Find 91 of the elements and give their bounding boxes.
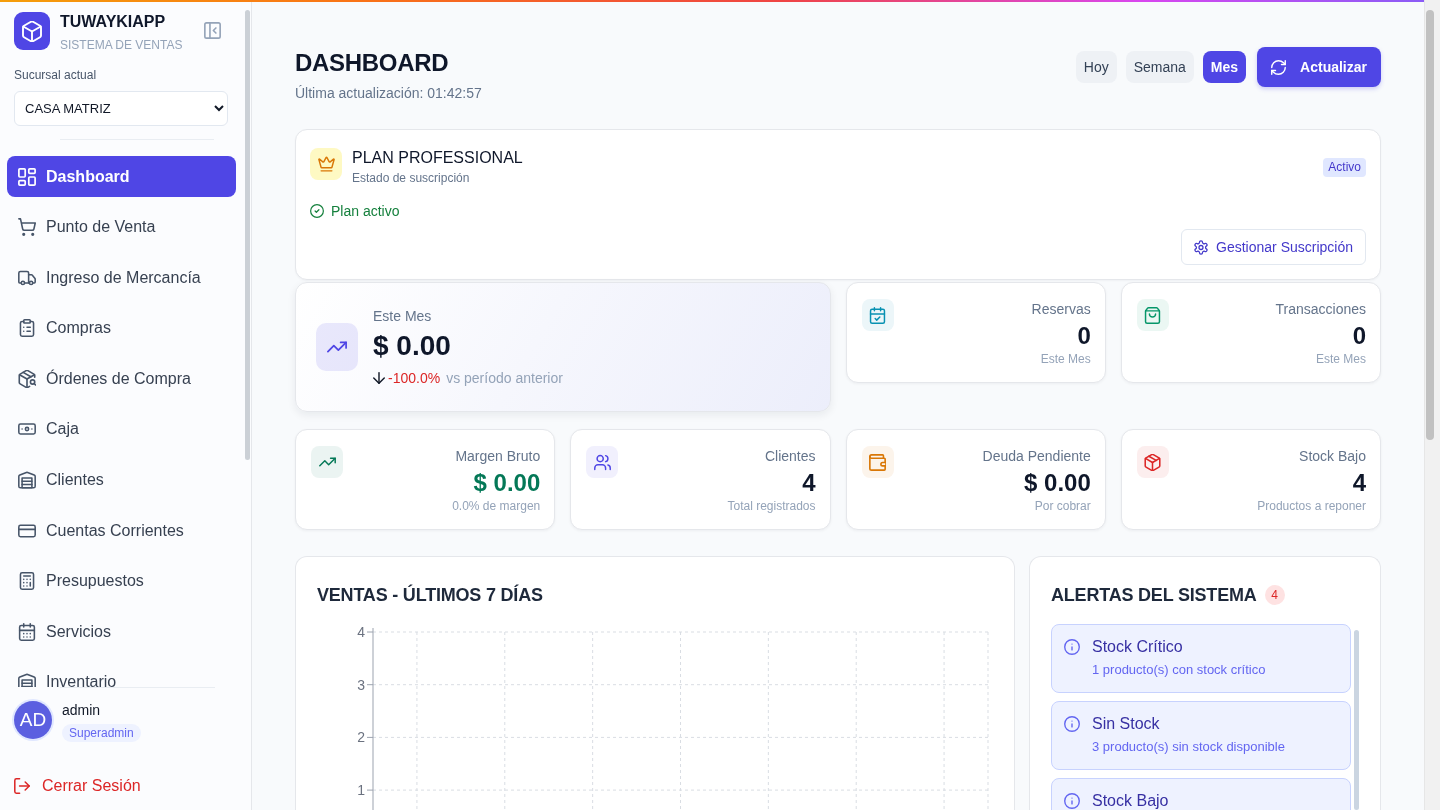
plan-status: Plan activo	[331, 202, 400, 220]
role-badge: Superadmin	[62, 724, 141, 742]
check-circle-icon	[310, 204, 324, 218]
nav-item[interactable]: Clientes	[7, 459, 236, 501]
stat-label: Transacciones	[1275, 300, 1366, 319]
branch-select[interactable]: CASA MATRIZ	[14, 91, 228, 126]
nav-item[interactable]: Inventario	[7, 661, 236, 687]
page-title: DASHBOARD	[295, 48, 450, 78]
stat-label: Stock Bajo	[1298, 447, 1366, 466]
cube-icon	[14, 12, 50, 50]
truck-icon	[18, 268, 36, 287]
scrollbar[interactable]	[1424, 0, 1440, 810]
stat-caption: Este Mes	[1315, 351, 1366, 367]
user-name: admin	[62, 701, 102, 719]
brand-tagline: SISTEMA DE VENTAS	[60, 37, 184, 53]
stat-caption: Total registrados	[727, 498, 816, 514]
info-icon	[1064, 793, 1080, 809]
chart-title: VENTAS - ÚLTIMOS 7 DÍAS	[317, 583, 544, 607]
nav-item[interactable]: Ingreso de Mercancía	[7, 257, 236, 299]
count-badge: 4	[1264, 585, 1285, 605]
axis-tick-label: 1	[357, 782, 365, 799]
alert-item[interactable]: Stock Bajo	[1051, 778, 1351, 810]
alert-title: Stock Bajo	[1092, 791, 1169, 810]
stat-label: Deuda Pendiente	[982, 447, 1091, 466]
nav-item[interactable]: Caja	[7, 408, 236, 450]
brand-name: TUWAYKIAPP	[60, 12, 167, 32]
info-icon	[1064, 716, 1080, 732]
credit-card-icon	[18, 521, 36, 540]
scrollbar-thumb[interactable]	[1426, 10, 1434, 440]
scrollbar-thumb[interactable]	[1354, 630, 1359, 810]
stat-value: 0	[1076, 321, 1091, 351]
calendar-icon	[18, 622, 36, 641]
axis-tick-label: 3	[357, 676, 365, 693]
alert-description: 1 producto(s) con stock crítico	[1092, 661, 1266, 679]
status-badge: Activo	[1323, 158, 1366, 177]
alert-title: Stock Crítico	[1092, 637, 1184, 657]
clipboard-list-icon	[18, 319, 36, 338]
calculator-icon	[18, 572, 36, 591]
settings-icon	[1194, 239, 1209, 255]
logout-button[interactable]: Cerrar Sesión	[14, 776, 141, 796]
axis-tick-label: 4	[357, 624, 365, 640]
logout-icon	[14, 778, 30, 794]
manage-subscription-button[interactable]: Gestionar Suscripción	[1181, 229, 1366, 265]
alert-item[interactable]: Stock Crítico 1 producto(s) con stock crítico	[1051, 624, 1351, 693]
stat-value: 4	[1351, 468, 1366, 498]
plan-caption: Estado de suscripción	[352, 170, 471, 186]
crown-icon	[310, 148, 342, 180]
change-value: -100.0%	[388, 369, 441, 388]
box-search-icon	[18, 369, 36, 388]
stat-label: Margen Bruto	[454, 447, 541, 466]
warehouse-icon	[18, 673, 36, 687]
layout-grid-icon	[18, 167, 36, 186]
plan-name: PLAN PROFESSIONAL	[352, 148, 524, 168]
stat-label: Clientes	[763, 447, 816, 466]
period-button[interactable]: Semana	[1125, 51, 1194, 83]
stat-caption: 0.0% de margen	[452, 498, 541, 514]
stat-label: Este Mes	[373, 307, 433, 326]
nav-item[interactable]: Dashboard	[7, 156, 236, 197]
nav-item[interactable]: Compras	[7, 307, 236, 349]
nav-item[interactable]: Punto de Venta	[7, 206, 236, 248]
stat-caption: Productos a reponer	[1257, 498, 1366, 514]
stat-value: 0	[1351, 321, 1366, 351]
period-button[interactable]: Hoy	[1075, 51, 1117, 83]
field-label: Sucursal actual	[14, 67, 98, 83]
user-avatar: AD	[14, 701, 52, 739]
info-icon	[1064, 639, 1080, 655]
refresh-icon	[1271, 59, 1287, 75]
alert-title: Sin Stock	[1092, 714, 1161, 734]
stat-value: $ 0.00	[1023, 468, 1091, 498]
stat-caption: Este Mes	[1039, 351, 1091, 367]
nav-item[interactable]: Servicios	[7, 611, 236, 653]
nav-item[interactable]: Cuentas Corrientes	[7, 510, 236, 552]
nav-item[interactable]: Presupuestos	[7, 560, 236, 602]
change-text: vs período anterior	[446, 369, 563, 388]
warehouse-icon	[18, 471, 36, 490]
period-button[interactable]: Mes	[1202, 51, 1247, 83]
scrollbar-thumb[interactable]	[245, 10, 250, 460]
stat-value: $ 0.00	[373, 329, 452, 363]
stat-caption: Por cobrar	[1033, 498, 1091, 514]
panel-collapse-icon[interactable]	[204, 22, 221, 39]
refresh-button[interactable]: Actualizar	[1257, 47, 1381, 87]
last-updated-text: Última actualización: 01:42:57	[295, 84, 482, 103]
nav-item[interactable]: Órdenes de Compra	[7, 358, 236, 400]
shopping-cart-icon	[18, 218, 36, 237]
panel-title: ALERTAS DEL SISTEMA	[1051, 584, 1257, 607]
alert-item[interactable]: Sin Stock 3 producto(s) sin stock disponible	[1051, 701, 1351, 770]
stat-label: Reservas	[1031, 300, 1091, 319]
alert-description: 3 producto(s) sin stock disponible	[1092, 738, 1285, 756]
stat-value: 4	[801, 468, 816, 498]
axis-tick-label: 2	[357, 729, 365, 746]
stat-value: $ 0.00	[472, 468, 541, 498]
